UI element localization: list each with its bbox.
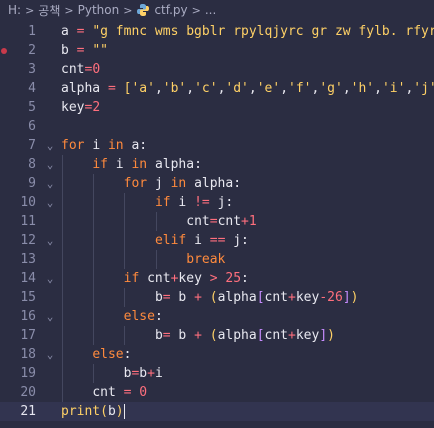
line-number: 9 bbox=[28, 176, 36, 191]
chevron-right-icon: > bbox=[25, 3, 35, 17]
code-text: cnt=cnt+1 bbox=[186, 214, 257, 229]
code-text: b= b + (alpha[cnt+key]) bbox=[154, 328, 335, 343]
code-line[interactable]: 11 cnt=cnt+1 bbox=[0, 212, 434, 231]
code-line[interactable]: 8 ⌄ if i in alpha: bbox=[0, 155, 434, 174]
code-text: key=2 bbox=[61, 100, 101, 115]
code-text: alpha = ['a','b','c','d','e','f','g','h'… bbox=[61, 81, 434, 96]
code-text: else: bbox=[123, 309, 163, 324]
code-line[interactable]: 6 bbox=[0, 117, 434, 136]
code-text: b=b+i bbox=[123, 366, 163, 381]
breadcrumb-symbol[interactable]: ... bbox=[205, 3, 216, 17]
code-editor[interactable]: 1 a = "g fmnc wms bgblr rpylqjyrc gr zw f… bbox=[0, 20, 434, 428]
line-number: 20 bbox=[20, 385, 36, 400]
code-text: a = "g fmnc wms bgblr rpylqjyrc gr zw fy… bbox=[61, 24, 434, 39]
line-number: 3 bbox=[28, 62, 36, 77]
breadcrumb: H: > 공책 > Python > ctf.py > ... bbox=[0, 0, 434, 20]
breadcrumb-folder[interactable]: 공책 bbox=[38, 2, 60, 19]
chevron-down-icon[interactable]: ⌄ bbox=[44, 155, 56, 174]
line-number: 14 bbox=[20, 271, 36, 286]
chevron-down-icon[interactable]: ⌄ bbox=[44, 269, 56, 288]
code-line[interactable]: 20 cnt = 0 bbox=[0, 383, 434, 402]
line-number: 5 bbox=[28, 100, 36, 115]
code-line[interactable]: 18 ⌄ else: bbox=[0, 345, 434, 364]
code-line[interactable]: 5 key=2 bbox=[0, 98, 434, 117]
line-number: 15 bbox=[20, 290, 36, 305]
chevron-down-icon[interactable]: ⌄ bbox=[44, 345, 56, 364]
code-text: if i != j: bbox=[154, 195, 234, 210]
code-text: for j in alpha: bbox=[123, 176, 242, 191]
line-number: 19 bbox=[20, 366, 36, 381]
line-number: 13 bbox=[20, 252, 36, 267]
code-text: b = "" bbox=[61, 43, 108, 58]
line-number: 8 bbox=[28, 157, 36, 172]
code-line[interactable]: 7 ⌄ for i in a: bbox=[0, 136, 434, 155]
code-line[interactable]: 17 b= b + (alpha[cnt+key]) bbox=[0, 326, 434, 345]
breadcrumb-drive[interactable]: H: bbox=[8, 3, 21, 17]
code-line[interactable]: 3 cnt=0 bbox=[0, 60, 434, 79]
line-number: 1 bbox=[28, 24, 36, 39]
code-text: cnt=0 bbox=[61, 62, 101, 77]
code-line[interactable]: 2 b = "" bbox=[0, 41, 434, 60]
line-number: 2 bbox=[28, 43, 36, 58]
chevron-down-icon[interactable]: ⌄ bbox=[44, 136, 56, 155]
code-line[interactable]: 1 a = "g fmnc wms bgblr rpylqjyrc gr zw f… bbox=[0, 22, 434, 41]
code-text: b= b + (alpha[cnt+key-26]) bbox=[154, 290, 359, 305]
line-number: 10 bbox=[20, 195, 36, 210]
code-line[interactable]: 16 ⌄ else: bbox=[0, 307, 434, 326]
chevron-down-icon[interactable]: ⌄ bbox=[44, 307, 56, 326]
chevron-down-icon[interactable]: ⌄ bbox=[44, 174, 56, 193]
code-text: cnt = 0 bbox=[92, 385, 148, 400]
line-number: 18 bbox=[20, 347, 36, 362]
chevron-right-icon: > bbox=[191, 3, 201, 17]
code-text: if cnt+key > 25: bbox=[123, 271, 249, 286]
breadcrumb-subfolder[interactable]: Python bbox=[78, 3, 120, 17]
code-line[interactable]: 13 break bbox=[0, 250, 434, 269]
line-number: 17 bbox=[20, 328, 36, 343]
text-cursor bbox=[123, 404, 125, 419]
code-line[interactable]: 15 b= b + (alpha[cnt+key-26]) bbox=[0, 288, 434, 307]
python-file-icon bbox=[137, 4, 150, 16]
code-line[interactable]: 19 b=b+i bbox=[0, 364, 434, 383]
code-line[interactable]: 14 ⌄ if cnt+key > 25: bbox=[0, 269, 434, 288]
line-number: 12 bbox=[20, 233, 36, 248]
code-text: elif i == j: bbox=[154, 233, 249, 248]
line-number: 11 bbox=[20, 214, 36, 229]
code-line[interactable]: 12 ⌄ elif i == j: bbox=[0, 231, 434, 250]
code-line[interactable]: 21 print(b) bbox=[0, 402, 434, 421]
code-text: for i in a: bbox=[61, 138, 148, 153]
code-text: else: bbox=[92, 347, 132, 362]
line-number: 4 bbox=[28, 81, 36, 96]
chevron-down-icon[interactable]: ⌄ bbox=[44, 231, 56, 250]
code-text: break bbox=[186, 252, 226, 267]
line-number: 6 bbox=[28, 119, 36, 134]
chevron-right-icon: > bbox=[64, 3, 74, 17]
breadcrumb-file[interactable]: ctf.py bbox=[154, 3, 187, 17]
code-text: print(b) bbox=[61, 404, 125, 419]
chevron-right-icon: > bbox=[123, 3, 133, 17]
code-text: if i in alpha: bbox=[92, 157, 202, 172]
code-line[interactable]: 4 alpha = ['a','b','c','d','e','f','g','h… bbox=[0, 79, 434, 98]
line-number: 21 bbox=[20, 404, 36, 419]
line-number: 7 bbox=[28, 138, 36, 153]
code-line[interactable]: 9 ⌄ for j in alpha: bbox=[0, 174, 434, 193]
code-line[interactable]: 10 ⌄ if i != j: bbox=[0, 193, 434, 212]
line-number: 16 bbox=[20, 309, 36, 324]
chevron-down-icon[interactable]: ⌄ bbox=[44, 193, 56, 212]
